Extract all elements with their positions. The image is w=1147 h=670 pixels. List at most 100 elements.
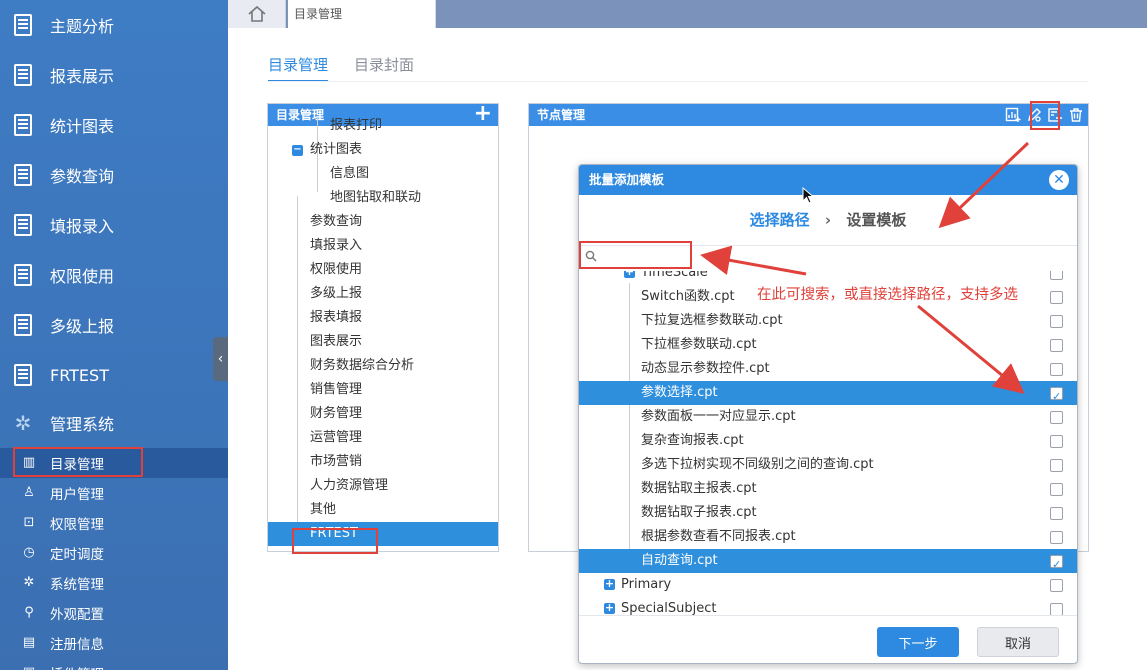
report-icon [12,113,34,137]
batch-add-icon[interactable] [1004,107,1021,124]
sidebar-sub-item[interactable]: ⊡ 权限管理 [0,508,228,538]
clock-icon: ◷ [23,545,35,560]
tree-node-label: 财务管理 [310,406,363,421]
tree-node[interactable]: 运营管理 [268,426,498,450]
dialog-header: 批量添加模板 ✕ [579,165,1077,195]
checkbox[interactable] [1050,315,1063,328]
step-indicator: 选择路径 › 设置模板 [579,195,1077,245]
checkbox[interactable] [1050,411,1063,424]
tree-node-label: 信息图 [330,166,370,181]
checkbox[interactable] [1050,385,1063,409]
checkbox[interactable] [1050,553,1063,577]
checkbox[interactable] [1050,271,1063,280]
checkbox[interactable] [1050,435,1063,448]
checkbox[interactable] [1050,531,1063,544]
nav-item[interactable]: 填报录入 [0,200,228,250]
folder-row[interactable]: + SpecialSubject [579,597,1077,617]
sidebar-sub-item[interactable]: ♙ 用户管理 [0,478,228,508]
template-row[interactable]: 参数面板一一对应显示.cpt [579,405,1077,429]
node-panel-header: 节点管理 [529,104,1088,126]
sidebar-sub-item[interactable]: ◷ 定时调度 [0,538,228,568]
expand-icon[interactable]: + [604,578,615,590]
folder-row[interactable]: + Primary [579,573,1077,597]
tree-node-label: 人力资源管理 [310,478,389,493]
tree-node[interactable]: 报表填报 [268,306,498,330]
template-label: 自动查询.cpt [641,553,718,568]
nav-item[interactable]: 统计图表 [0,100,228,150]
trash-icon[interactable] [1067,107,1084,124]
highlight-batch-add [1030,101,1060,130]
checkbox[interactable] [1050,483,1063,496]
checkbox[interactable] [1050,291,1063,304]
register-icon: ▤ [22,635,36,650]
nav-item-label: FRTEST [50,365,109,385]
nav-item[interactable]: FRTEST [0,350,228,400]
sidebar-sub-item[interactable]: ▤ 注册信息 [0,628,228,658]
next-button[interactable]: 下一步 [877,627,959,657]
nav-item[interactable]: 参数查询 [0,150,228,200]
sidebar-sub-item[interactable]: ⚲ 外观配置 [0,598,228,628]
home-button[interactable] [228,0,286,28]
template-row[interactable]: 下拉框参数联动.cpt [579,333,1077,357]
template-row[interactable]: 数据钻取子报表.cpt [579,501,1077,525]
template-row[interactable]: 参数选择.cpt [579,381,1077,409]
template-label: 数据钻取子报表.cpt [641,505,757,520]
tree-node-label: 参数查询 [310,214,363,229]
collapse-icon[interactable]: − [292,145,303,156]
tree-node[interactable]: 财务管理 [268,402,498,426]
sidebar-collapse-button[interactable]: ‹ [213,337,228,381]
tree-node[interactable]: 报表打印 [268,114,498,138]
nav-item-admin[interactable]: ✲ 管理系统 [0,398,228,448]
template-label: 下拉复选框参数联动.cpt [641,313,783,328]
tree-node[interactable]: 多级上报 [268,282,498,306]
checkbox[interactable] [1050,363,1063,376]
nav-item[interactable]: 主题分析 [0,0,228,50]
checkbox[interactable] [1050,579,1063,592]
tree-node-label: 权限使用 [310,262,363,277]
tree-node[interactable]: 图表展示 [268,330,498,354]
plugin-icon: ▣ [22,666,36,670]
template-row[interactable]: 动态显示参数控件.cpt [579,357,1077,381]
tree-node[interactable]: 人力资源管理 [268,474,498,498]
template-label: 复杂查询报表.cpt [641,433,744,448]
checkbox[interactable] [1050,459,1063,472]
sidebar-sub-item-label: 系统管理 [50,577,104,593]
tree-node[interactable]: 市场营销 [268,450,498,474]
close-icon[interactable]: ✕ [1049,170,1069,190]
gear-icon: ✲ [23,575,35,590]
sidebar-sub-item[interactable]: ▣ 插件管理 [0,658,228,670]
nav-item[interactable]: 多级上报 [0,300,228,350]
tree-node[interactable]: 权限使用 [268,258,498,282]
nav-item[interactable]: 报表展示 [0,50,228,100]
tree-node[interactable]: 参数查询 [268,210,498,234]
tree-node[interactable]: 销售管理 [268,378,498,402]
tree-node[interactable]: 财务数据综合分析 [268,354,498,378]
checkbox[interactable] [1050,339,1063,352]
template-row[interactable]: 多选下拉树实现不同级别之间的查询.cpt [579,453,1077,477]
nav-item[interactable]: 权限使用 [0,250,228,300]
template-row[interactable]: 数据钻取主报表.cpt [579,477,1077,501]
tab-catalog-cover[interactable]: 目录封面 [354,46,414,82]
tree-node[interactable]: − 统计图表 [268,138,498,162]
tab-catalog-manage[interactable]: 目录管理 [268,46,329,82]
template-row[interactable]: 自动查询.cpt [579,549,1077,577]
brush-icon: ⚲ [24,605,34,620]
tree-node[interactable]: 地图钻取和联动 [268,186,498,210]
cancel-button[interactable]: 取消 [977,627,1059,657]
tree-node[interactable]: 其他 [268,498,498,522]
expand-icon[interactable]: + [604,602,615,614]
tree-node[interactable]: 填报录入 [268,234,498,258]
template-row[interactable]: 复杂查询报表.cpt [579,429,1077,453]
expand-icon[interactable]: + [624,271,635,278]
template-label: SpecialSubject [621,601,717,616]
sidebar-sub-item[interactable]: ✲ 系统管理 [0,568,228,598]
step-set-template[interactable]: 设置模板 [846,211,906,229]
template-row[interactable]: 下拉复选框参数联动.cpt [579,309,1077,333]
template-row[interactable]: 根据参数查看不同报表.cpt [579,525,1077,549]
step-select-path[interactable]: 选择路径 [750,211,810,229]
tab-catalog[interactable]: 目录管理 [288,0,436,28]
dialog-footer: 下一步 取消 [579,615,1077,663]
tree-node-label: 多级上报 [310,286,363,301]
checkbox[interactable] [1050,507,1063,520]
tree-node[interactable]: 信息图 [268,162,498,186]
